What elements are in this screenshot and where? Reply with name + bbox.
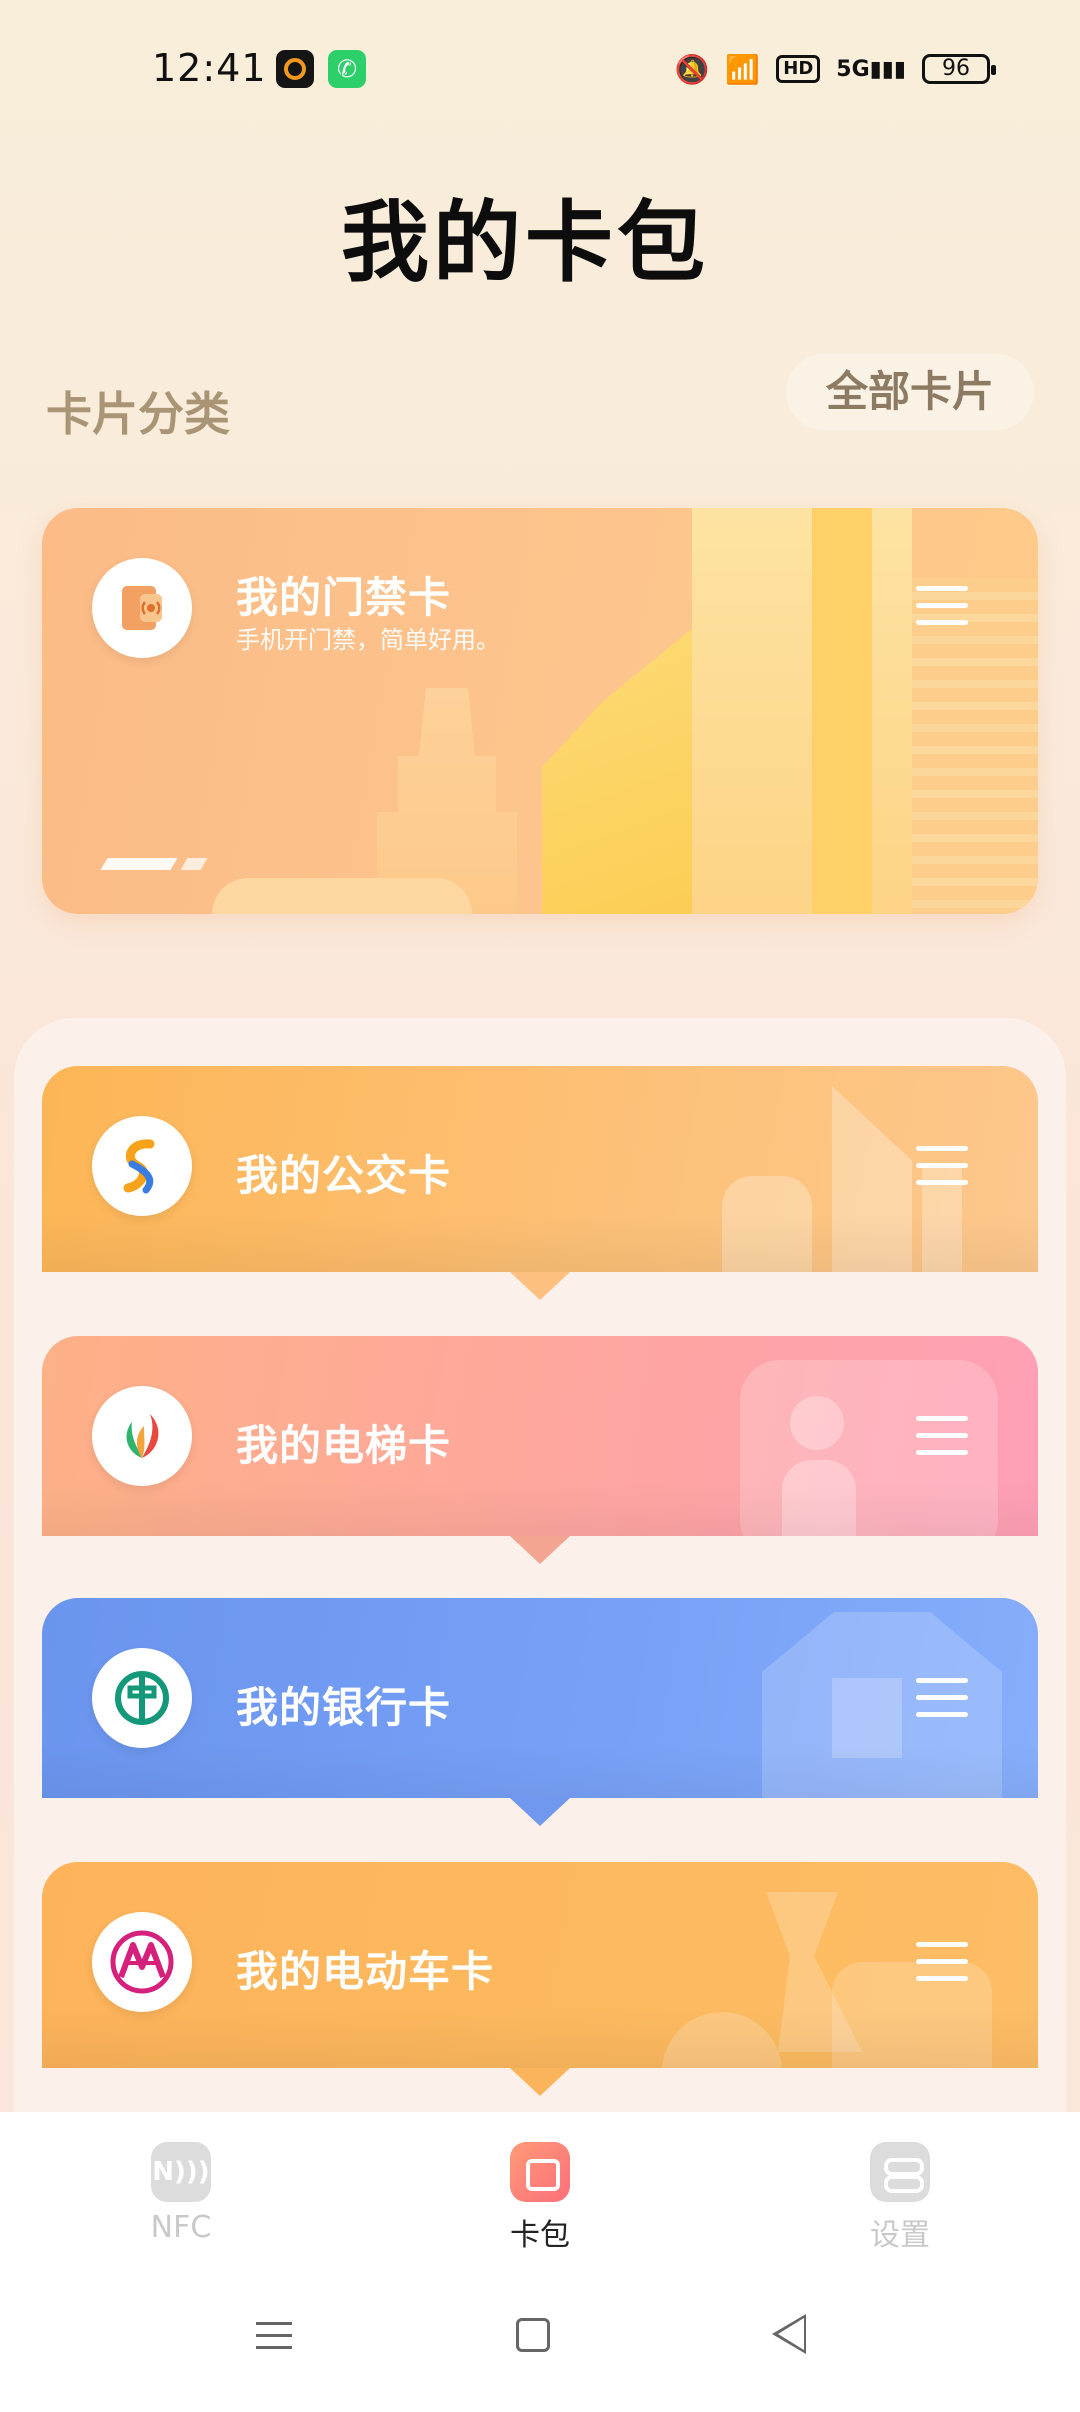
signal-label: 5G <box>836 56 870 82</box>
signal-icon: 5G▮▮▮ <box>836 56 906 82</box>
bank-card-logo-icon <box>92 1648 192 1748</box>
ebike-card[interactable]: 我的电动车卡 <box>42 1862 1038 2068</box>
page-title: 我的卡包 <box>340 191 709 294</box>
bus-card-logo-icon <box>92 1116 192 1216</box>
building-illustration <box>812 508 872 914</box>
door-card-title: 我的门禁卡 <box>236 573 452 622</box>
elevator-card-title: 我的电梯卡 <box>236 1421 452 1470</box>
battery-icon: 96 <box>922 54 996 84</box>
ebike-card-menu-icon[interactable] <box>916 1942 968 1982</box>
bank-card-title: 我的银行卡 <box>236 1683 452 1732</box>
decor-stripe <box>100 858 178 870</box>
settings-icon <box>870 2142 930 2202</box>
wifi-icon: 📶 <box>725 52 761 86</box>
nav-label-wallet: 卡包 <box>510 2218 570 2253</box>
card-notch <box>510 1272 570 1300</box>
bus-card[interactable]: 我的公交卡 <box>42 1066 1038 1272</box>
status-bar: 12:41 ✆ 🔕 📶 HD 5G▮▮▮ 96 <box>0 0 1080 140</box>
bus-card-menu-icon[interactable] <box>916 1146 968 1186</box>
ebike-card-title: 我的电动车卡 <box>236 1947 495 1996</box>
door-access-card[interactable]: 我的门禁卡 手机开门禁，简单好用。 <box>42 508 1038 914</box>
hd-icon: HD <box>776 55 821 83</box>
elevator-card[interactable]: 我的电梯卡 <box>42 1336 1038 1542</box>
elevator-card-logo-icon <box>92 1386 192 1486</box>
mute-icon: 🔕 <box>674 52 710 86</box>
bank-card-menu-icon[interactable] <box>916 1678 968 1718</box>
nav-label-nfc: NFC <box>150 2210 212 2245</box>
status-time: 12:41 <box>152 46 267 90</box>
building-illustration <box>692 508 912 914</box>
person-illustration <box>790 1396 844 1450</box>
card-category-label: 卡片分类 <box>46 387 230 441</box>
bus-card-title: 我的公交卡 <box>236 1151 452 1200</box>
nav-tab-nfc[interactable]: N))) NFC <box>101 2142 261 2245</box>
door-card-subtitle: 手机开门禁，简单好用。 <box>236 626 500 654</box>
nav-tab-wallet[interactable]: 卡包 <box>460 2142 620 2254</box>
nfc-icon: N))) <box>151 2142 211 2202</box>
recent-apps-icon[interactable] <box>256 2318 292 2354</box>
base-illustration <box>212 878 472 914</box>
card-notch <box>510 1798 570 1826</box>
ebike-card-logo-icon <box>92 1912 192 2012</box>
elevator-card-menu-icon[interactable] <box>916 1416 968 1456</box>
wallet-icon <box>510 2142 570 2202</box>
status-icons: 🔕 📶 HD 5G▮▮▮ 96 <box>674 44 996 94</box>
bank-card[interactable]: 我的银行卡 <box>42 1598 1038 1804</box>
home-icon[interactable] <box>516 2318 550 2352</box>
card-notch <box>510 1536 570 1564</box>
music-app-icon <box>276 50 314 88</box>
nav-label-settings: 设置 <box>870 2218 930 2253</box>
system-navigation-bar <box>0 2300 1080 2380</box>
all-cards-button[interactable]: 全部卡片 <box>786 354 1034 430</box>
phone-app-icon: ✆ <box>328 50 366 88</box>
door-card-logo-icon <box>92 558 192 658</box>
nav-tab-settings[interactable]: 设置 <box>820 2142 980 2254</box>
card-notch <box>510 2068 570 2096</box>
door-card-menu-icon[interactable] <box>916 586 968 626</box>
back-icon[interactable] <box>772 2314 806 2354</box>
building-illustration <box>912 578 1038 914</box>
decor-stripe <box>180 858 208 870</box>
